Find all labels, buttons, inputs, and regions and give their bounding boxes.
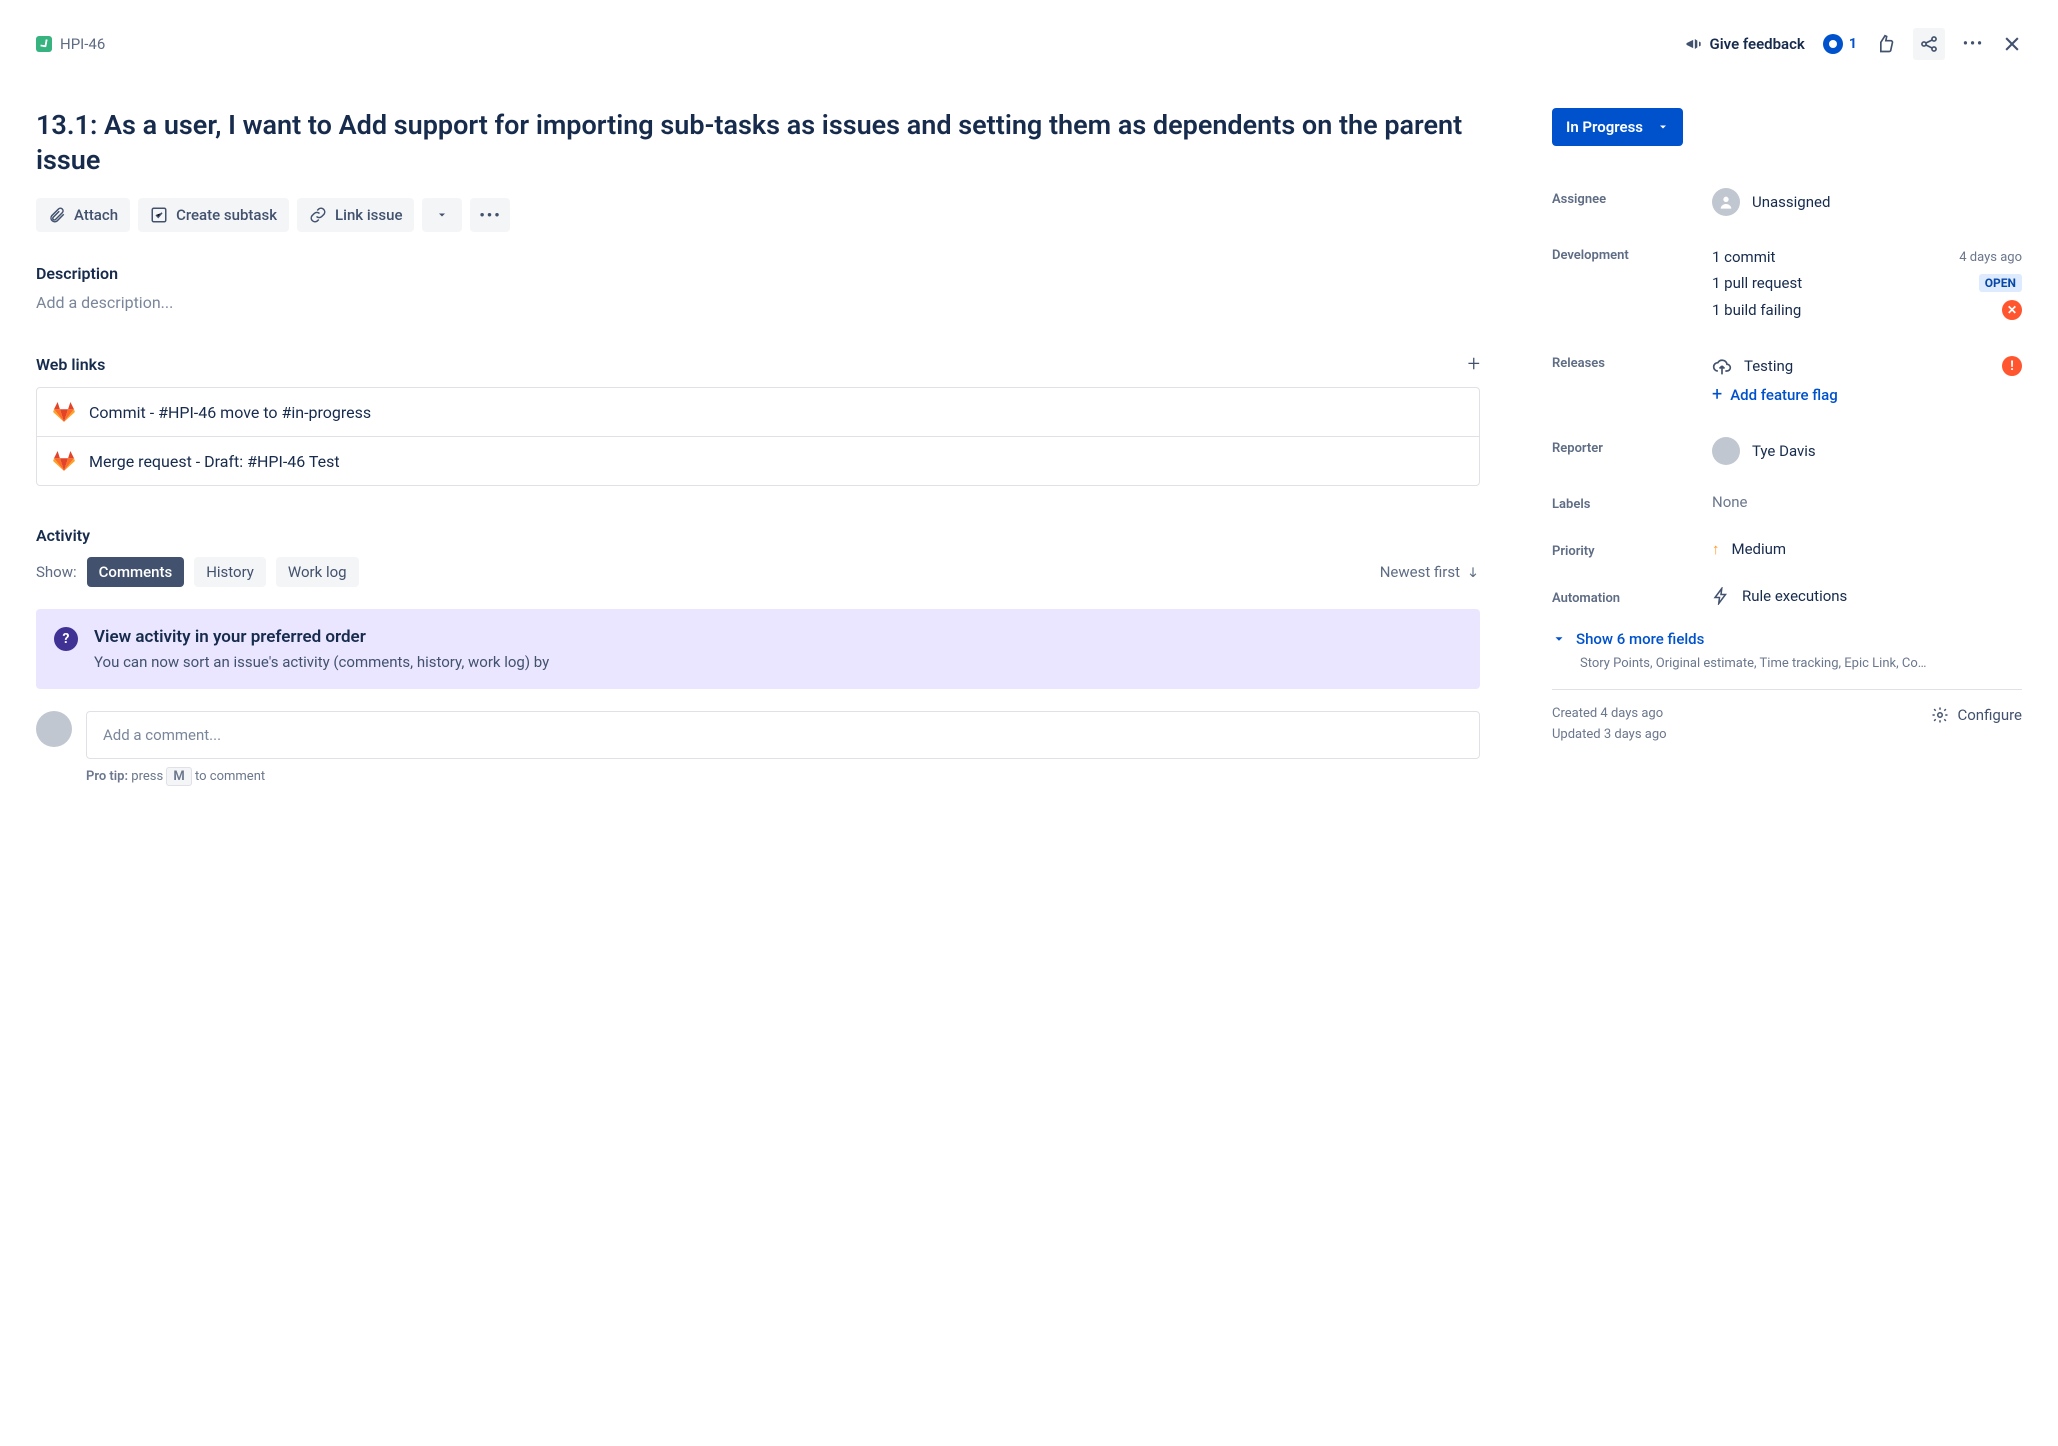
comment-protip: Pro tip: press M to comment — [86, 769, 1480, 784]
tab-comments[interactable]: Comments — [87, 557, 185, 587]
dots-icon: ••• — [479, 206, 501, 224]
info-icon: ? — [54, 627, 78, 651]
add-feature-flag-button[interactable]: + Add feature flag — [1712, 384, 1838, 405]
eye-icon — [1823, 34, 1843, 54]
field-reporter[interactable]: Reporter Tye Davis — [1552, 423, 2022, 479]
configure-button[interactable]: Configure — [1931, 706, 2022, 724]
gear-icon — [1931, 706, 1949, 724]
field-releases: Releases Testing ! + Add feature flag — [1552, 338, 2022, 423]
weblink-item[interactable]: Merge request - Draft: #HPI-46 Test — [37, 436, 1479, 485]
sort-button[interactable]: Newest first — [1380, 563, 1480, 581]
field-priority[interactable]: Priority ↑ Medium — [1552, 526, 2022, 573]
banner-subtitle: You can now sort an issue's activity (co… — [94, 653, 549, 671]
create-subtask-button[interactable]: Create subtask — [138, 198, 289, 232]
field-labels[interactable]: Labels None — [1552, 479, 2022, 526]
created-timestamp: Created 4 days ago — [1552, 706, 1667, 721]
comment-input[interactable]: Add a comment... — [86, 711, 1480, 759]
tab-history[interactable]: History — [194, 557, 266, 587]
megaphone-icon — [1684, 34, 1704, 54]
like-button[interactable] — [1875, 34, 1895, 54]
gitlab-icon — [53, 402, 75, 422]
more-button[interactable]: ••• — [470, 198, 510, 232]
dots-icon: ••• — [1963, 36, 1984, 52]
updated-timestamp: Updated 3 days ago — [1552, 727, 1667, 742]
issue-type-icon — [36, 36, 52, 52]
close-icon — [2002, 34, 2022, 54]
release-testing-link[interactable]: Testing ! — [1712, 352, 2022, 380]
show-more-fields-list: Story Points, Original estimate, Time tr… — [1580, 656, 2020, 671]
reporter-avatar — [1712, 437, 1740, 465]
watch-button[interactable]: 1 — [1823, 34, 1857, 54]
show-label: Show: — [36, 563, 77, 581]
breadcrumb[interactable]: HPI-46 — [36, 35, 105, 53]
action-row: Attach Create subtask Link issue ••• — [36, 198, 1480, 232]
tab-worklog[interactable]: Work log — [276, 557, 359, 587]
top-actions: Give feedback 1 ••• — [1684, 28, 2022, 60]
share-button[interactable] — [1913, 28, 1945, 60]
error-icon: ✕ — [2002, 300, 2022, 320]
person-icon — [1712, 188, 1740, 216]
open-badge: OPEN — [1979, 274, 2022, 292]
chevron-down-icon — [1552, 632, 1566, 646]
chevron-down-icon — [1657, 121, 1669, 133]
banner-title: View activity in your preferred order — [94, 627, 549, 647]
field-development: Development 1 commit 4 days ago 1 pull r… — [1552, 230, 2022, 338]
activity-label: Activity — [36, 526, 1480, 545]
activity-order-banner: ? View activity in your preferred order … — [36, 609, 1480, 689]
dev-commit-link[interactable]: 1 commit 4 days ago — [1712, 244, 2022, 270]
link-issue-dropdown[interactable] — [422, 198, 462, 232]
close-button[interactable] — [2002, 34, 2022, 54]
share-icon — [1919, 34, 1939, 54]
add-weblink-button[interactable]: + — [1468, 352, 1480, 377]
status-button[interactable]: In Progress — [1552, 108, 1683, 146]
issue-title[interactable]: 13.1: As a user, I want to Add support f… — [36, 108, 1480, 178]
cloud-deploy-icon — [1712, 356, 1732, 376]
gitlab-icon — [53, 451, 75, 471]
issue-key: HPI-46 — [60, 35, 105, 53]
lightning-icon — [1712, 587, 1730, 605]
field-automation[interactable]: Automation Rule executions — [1552, 573, 2022, 620]
arrow-down-icon — [1466, 565, 1480, 579]
current-user-avatar — [36, 711, 72, 747]
weblink-item[interactable]: Commit - #HPI-46 move to #in-progress — [37, 388, 1479, 436]
timestamps: Created 4 days ago Updated 3 days ago — [1552, 706, 1667, 748]
link-issue-button[interactable]: Link issue — [297, 198, 414, 232]
chevron-down-icon — [436, 209, 448, 221]
more-actions-button[interactable]: ••• — [1963, 36, 1984, 52]
attach-icon — [48, 206, 66, 224]
field-assignee[interactable]: Assignee Unassigned — [1552, 174, 2022, 230]
show-more-fields-button[interactable]: Show 6 more fields — [1552, 630, 1704, 648]
weblinks-label: Web links — [36, 355, 105, 374]
priority-medium-icon: ↑ — [1712, 540, 1720, 558]
description-label: Description — [36, 264, 1480, 283]
description-field[interactable]: Add a description... — [36, 293, 1480, 312]
weblinks-list: Commit - #HPI-46 move to #in-progress Me… — [36, 387, 1480, 486]
dev-pr-link[interactable]: 1 pull request OPEN — [1712, 270, 2022, 296]
link-icon — [309, 206, 327, 224]
subtask-icon — [150, 206, 168, 224]
thumbs-up-icon — [1875, 34, 1895, 54]
give-feedback-button[interactable]: Give feedback — [1684, 34, 1805, 54]
warning-icon: ! — [2002, 356, 2022, 376]
attach-button[interactable]: Attach — [36, 198, 130, 232]
dev-build-link[interactable]: 1 build failing ✕ — [1712, 296, 2022, 324]
